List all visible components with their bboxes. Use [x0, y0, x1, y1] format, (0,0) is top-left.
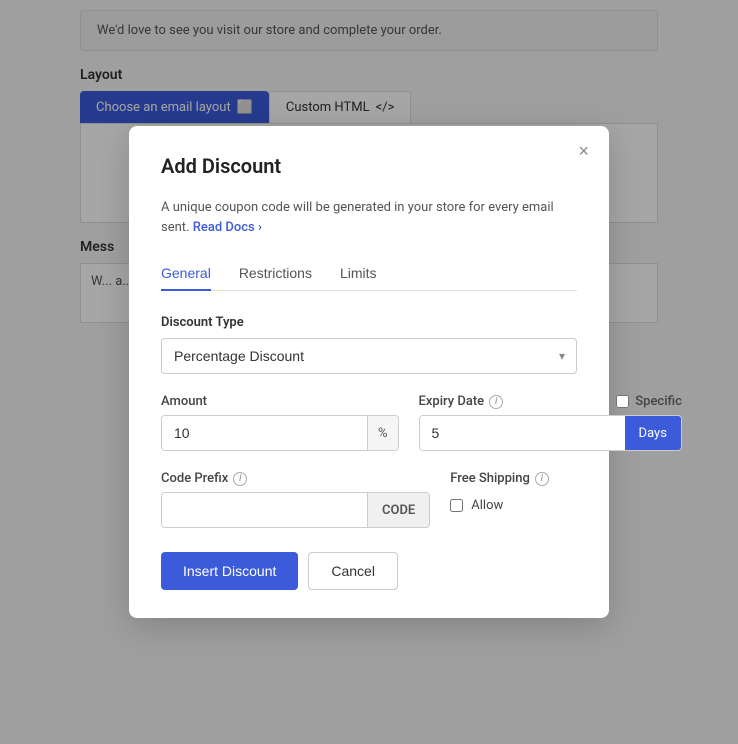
read-docs-label: Read Docs — [193, 220, 255, 235]
days-suffix[interactable]: Days — [625, 416, 681, 450]
discount-type-select-wrapper: Percentage Discount Fixed Amount Discoun… — [161, 338, 577, 374]
free-shipping-field-label: Free Shipping i — [450, 471, 577, 486]
allow-checkbox-row: Allow — [450, 498, 577, 513]
expiry-date-input[interactable] — [420, 416, 625, 450]
modal-description: A unique coupon code will be generated i… — [161, 198, 577, 237]
code-prefix-input[interactable] — [162, 493, 367, 527]
add-discount-modal: × Add Discount A unique coupon code will… — [129, 126, 609, 618]
expiry-date-label-text: Expiry Date — [419, 394, 485, 409]
code-suffix: CODE — [367, 493, 429, 527]
modal-title: Add Discount — [161, 154, 577, 178]
modal-overlay: × Add Discount A unique coupon code will… — [0, 0, 738, 744]
amount-input-wrapper: % — [161, 415, 399, 451]
expiry-date-info-icon: i — [489, 395, 503, 409]
modal-footer: Insert Discount Cancel — [161, 552, 577, 590]
amount-suffix: % — [367, 416, 398, 450]
amount-field-label: Amount — [161, 394, 399, 409]
tab-general-label: General — [161, 265, 211, 281]
code-shipping-row: Code Prefix i CODE Free Shipping i Allow — [161, 471, 577, 528]
close-button[interactable]: × — [578, 142, 589, 160]
specific-checkbox-row: Specific — [616, 394, 682, 409]
free-shipping-group: Free Shipping i Allow — [450, 471, 577, 528]
read-docs-link[interactable]: Read Docs › — [193, 220, 262, 235]
tab-limits[interactable]: Limits — [340, 257, 377, 291]
discount-type-group: Discount Type Percentage Discount Fixed … — [161, 315, 577, 374]
tab-restrictions[interactable]: Restrictions — [239, 257, 312, 291]
allow-checkbox[interactable] — [450, 499, 463, 512]
expiry-date-group: Expiry Date i Specific Days — [419, 394, 682, 451]
amount-expiry-row: Amount % Expiry Date i Specific — [161, 394, 577, 451]
tab-restrictions-label: Restrictions — [239, 265, 312, 281]
amount-input[interactable] — [162, 416, 367, 450]
tab-limits-label: Limits — [340, 265, 377, 281]
discount-type-label: Discount Type — [161, 315, 577, 330]
discount-type-select[interactable]: Percentage Discount Fixed Amount Discoun… — [161, 338, 577, 374]
code-prefix-info-icon: i — [233, 472, 247, 486]
allow-label: Allow — [471, 498, 503, 513]
insert-discount-button[interactable]: Insert Discount — [161, 552, 298, 590]
read-docs-arrow: › — [258, 220, 262, 235]
code-prefix-input-wrapper: CODE — [161, 492, 430, 528]
expiry-input-wrapper: Days — [419, 415, 682, 451]
free-shipping-info-icon: i — [535, 472, 549, 486]
code-prefix-label-text: Code Prefix — [161, 471, 228, 486]
amount-label-text: Amount — [161, 394, 207, 409]
cancel-button[interactable]: Cancel — [308, 552, 398, 590]
amount-group: Amount % — [161, 394, 399, 451]
code-prefix-group: Code Prefix i CODE — [161, 471, 430, 528]
code-prefix-field-label: Code Prefix i — [161, 471, 430, 486]
modal-tabs: General Restrictions Limits — [161, 257, 577, 291]
expiry-date-field-label: Expiry Date i Specific — [419, 394, 682, 409]
specific-checkbox[interactable] — [616, 395, 629, 408]
specific-label: Specific — [635, 394, 682, 409]
tab-general[interactable]: General — [161, 257, 211, 291]
free-shipping-label-text: Free Shipping — [450, 471, 530, 486]
